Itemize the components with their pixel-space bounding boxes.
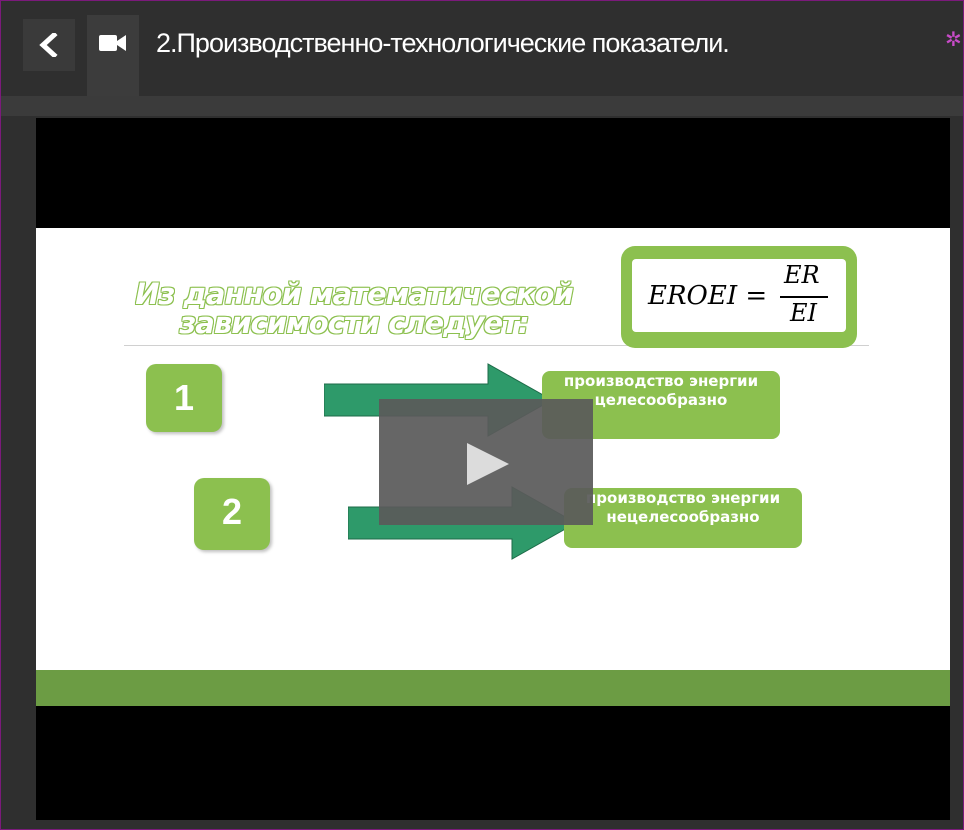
lesson-title: 2.Производственно-технологические показа…	[156, 28, 730, 58]
chevron-left-icon	[39, 33, 58, 57]
formula-box: EROEI = ER EI	[621, 246, 857, 348]
fraction-bar	[780, 296, 828, 298]
result-2: производство энергии нецелесообразно	[564, 488, 802, 548]
back-button[interactable]	[23, 19, 75, 71]
slide-heading-line2: зависимости следует:	[179, 306, 529, 340]
header-subbar	[1, 96, 963, 116]
item-number-1: 1	[146, 364, 222, 432]
video-tab[interactable]	[87, 15, 139, 101]
slide-heading: Из данной математической зависимости сле…	[124, 280, 584, 338]
play-button[interactable]	[379, 399, 593, 525]
formula-numerator: ER	[784, 261, 820, 289]
slide-heading-line1: Из данной математической	[135, 277, 573, 311]
lesson-frame: 2.Производственно-технологические показа…	[0, 0, 964, 830]
item-number-2: 2	[194, 478, 270, 550]
formula: EROEI = ER EI	[632, 259, 846, 332]
lesson-header: 2.Производственно-технологические показа…	[1, 1, 963, 101]
play-icon	[467, 443, 509, 485]
gear-icon[interactable]: ✲	[945, 27, 962, 52]
video-player[interactable]: Из данной математической зависимости сле…	[36, 118, 950, 820]
formula-lhs: EROEI =	[648, 281, 768, 311]
slide-footer-bar	[36, 670, 950, 706]
formula-denominator: EI	[790, 299, 817, 327]
video-camera-icon	[99, 35, 126, 51]
